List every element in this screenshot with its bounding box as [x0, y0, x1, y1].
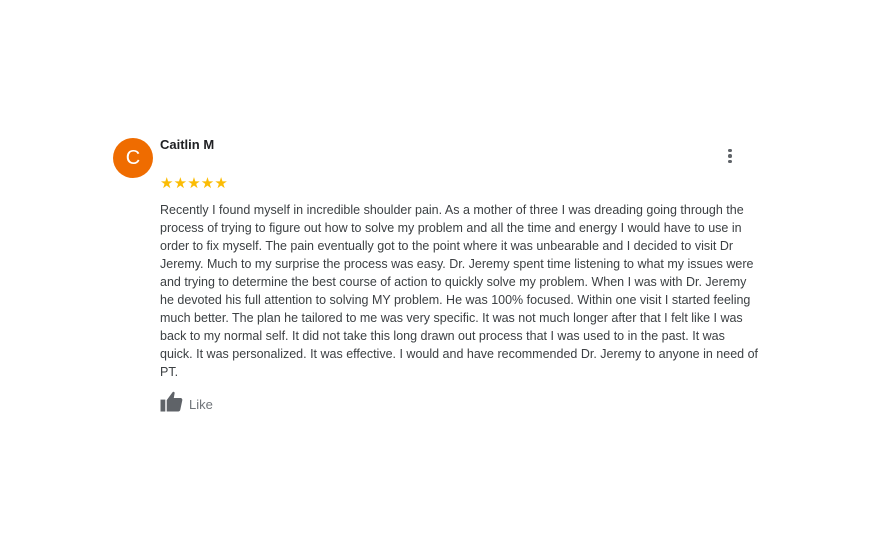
- star-icon: ★: [214, 175, 228, 192]
- review-text: Recently I found myself in incredible sh…: [160, 203, 759, 379]
- more-dot: [728, 148, 732, 153]
- thumbs-up-icon: [160, 391, 183, 417]
- author-name[interactable]: Caitlin M: [160, 137, 214, 152]
- more-dot: [728, 159, 732, 164]
- star-icon: ★: [173, 175, 188, 192]
- star-icon: ★: [187, 175, 201, 192]
- star-rating: ★ ★ ★ ★ ★: [160, 176, 228, 191]
- more-dot: [728, 154, 732, 158]
- like-label: Like: [189, 396, 213, 412]
- like-button[interactable]: Like: [160, 391, 213, 417]
- more-options-icon[interactable]: [720, 146, 740, 166]
- avatar[interactable]: C: [113, 138, 153, 178]
- star-icon: ★: [160, 175, 174, 192]
- star-icon: ★: [200, 175, 215, 192]
